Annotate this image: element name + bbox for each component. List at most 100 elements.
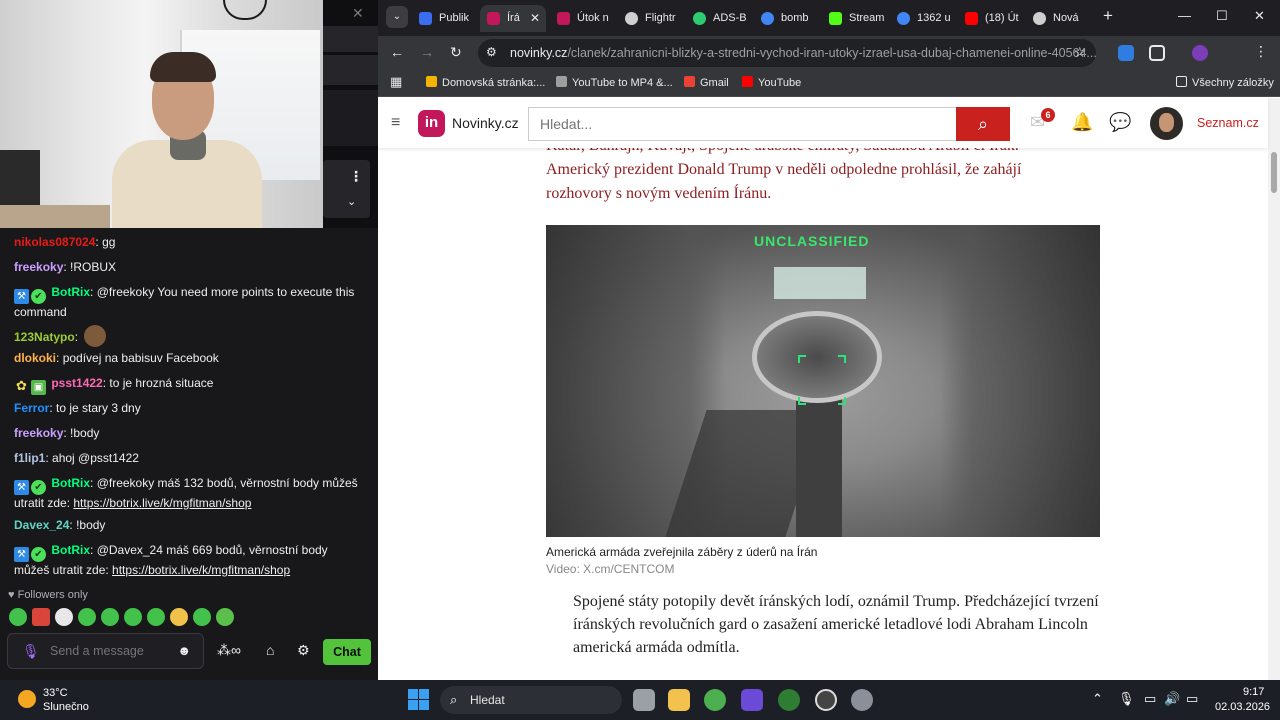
steam-icon[interactable] xyxy=(815,689,837,711)
settings-icon[interactable]: ⚙ xyxy=(297,642,310,659)
site-name[interactable]: Novinky.cz xyxy=(452,115,519,131)
tab-bomb[interactable]: bomb xyxy=(754,5,820,32)
microphone-icon[interactable]: 🎙 xyxy=(1118,691,1135,707)
tab-search-button[interactable]: ⌄ xyxy=(386,6,408,28)
weather-temperature[interactable]: 33°C xyxy=(43,687,68,699)
windows-start-icon[interactable] xyxy=(408,689,429,710)
emoji-icon[interactable]: ☻ xyxy=(177,643,191,658)
store-icon[interactable]: ⌂ xyxy=(266,642,274,658)
chat-username[interactable]: Davex_24 xyxy=(14,518,69,532)
app-icon[interactable] xyxy=(741,689,763,711)
tab-novinky-active[interactable]: Írá ✕ xyxy=(480,5,546,32)
shop-link[interactable]: https://botrix.live/k/mgfitman/shop xyxy=(112,563,290,577)
scrollbar-thumb[interactable] xyxy=(1271,152,1277,193)
chat-username[interactable]: psst1422 xyxy=(51,376,102,390)
address-bar[interactable]: ⚙ novinky.cz/clanek/zahranicni-blizky-a-… xyxy=(478,39,1097,67)
more-options-icon[interactable]: ⋮ xyxy=(349,168,363,185)
emote-icon[interactable] xyxy=(170,608,188,626)
chrome-icon[interactable] xyxy=(704,689,726,711)
chat-username[interactable]: BotRix xyxy=(51,543,90,557)
xbox-icon[interactable] xyxy=(778,689,800,711)
chevron-down-icon[interactable]: ⌄ xyxy=(347,195,356,208)
chat-username[interactable]: BotRix xyxy=(51,476,90,490)
chat-username[interactable]: BotRix xyxy=(51,285,90,299)
article-video[interactable]: UNCLASSIFIED xyxy=(546,225,1100,537)
clock-date[interactable]: 02.03.2026 xyxy=(1215,701,1270,713)
reload-icon[interactable]: ↻ xyxy=(450,44,462,61)
chat-send-button[interactable]: Chat xyxy=(323,639,371,665)
chat-username[interactable]: freekoky xyxy=(14,260,63,274)
shop-link[interactable]: https://botrix.live/k/mgfitman/shop xyxy=(73,496,251,510)
microphone-icon[interactable]: 🎙 xyxy=(22,643,40,660)
file-explorer-icon[interactable] xyxy=(668,689,690,711)
forward-arrow-icon[interactable]: → xyxy=(420,44,434,60)
tab-new[interactable]: Nová xyxy=(1026,5,1092,32)
emote-icon[interactable] xyxy=(78,608,96,626)
battery-icon[interactable]: ▭ xyxy=(1186,691,1198,707)
emote-icon[interactable] xyxy=(9,608,27,626)
chat-username[interactable]: freekoky xyxy=(14,426,63,440)
chat-text: podívej na babisuv Facebook xyxy=(62,351,219,365)
bookmark-yt-mp4[interactable]: YouTube to MP4 &... xyxy=(556,76,673,89)
bookmark-gmail[interactable]: Gmail xyxy=(684,76,729,89)
clock-time[interactable]: 9:17 xyxy=(1243,686,1264,698)
tab-1362[interactable]: 1362 u xyxy=(890,5,956,32)
tab-flightradar[interactable]: Flightr xyxy=(618,5,684,32)
bookmark-youtube[interactable]: YouTube xyxy=(742,76,801,89)
close-icon[interactable]: ✕ xyxy=(352,5,364,22)
chat-username[interactable]: 123Natypo xyxy=(14,330,75,344)
network-icon[interactable]: ▭ xyxy=(1144,691,1156,707)
chat-username[interactable]: nikolas087024 xyxy=(14,235,95,249)
settings-gear-icon[interactable] xyxy=(851,689,873,711)
tab-publik[interactable]: Publik xyxy=(412,5,478,32)
emote-icon[interactable] xyxy=(216,608,234,626)
volume-icon[interactable]: 🔊 xyxy=(1164,691,1180,707)
chat-input-box[interactable]: 🎙 ☻ xyxy=(7,633,204,669)
seznam-link[interactable]: Seznam.cz xyxy=(1197,116,1259,130)
novinky-logo[interactable]: in xyxy=(418,110,445,137)
emote-icon[interactable] xyxy=(101,608,119,626)
browser-menu-icon[interactable]: ⋮ xyxy=(1254,43,1268,60)
notification-bell-icon[interactable]: 🔔 xyxy=(1071,112,1093,133)
task-view-icon[interactable] xyxy=(633,689,655,711)
emote-icon[interactable] xyxy=(55,608,73,626)
chat-username[interactable]: f1lip1 xyxy=(14,451,45,465)
maximize-icon[interactable]: ☐ xyxy=(1216,8,1228,24)
chat-bubble-icon[interactable]: 💬 xyxy=(1109,112,1131,133)
chat-message-input[interactable] xyxy=(50,642,170,660)
extensions-puzzle-icon[interactable] xyxy=(1149,45,1165,61)
tab-utok[interactable]: Útok n xyxy=(550,5,616,32)
chat-username[interactable]: dlokoki xyxy=(14,351,56,365)
apps-grid-icon[interactable]: ▦ xyxy=(390,74,402,90)
chat-username[interactable]: Ferror xyxy=(14,401,49,415)
tab-favicon xyxy=(965,12,978,25)
new-tab-plus-icon[interactable]: + xyxy=(1103,6,1113,26)
hamburger-menu-icon[interactable]: ≡ xyxy=(391,114,400,132)
bookmark-home[interactable]: Domovská stránka:... xyxy=(426,76,545,89)
sun-icon[interactable] xyxy=(18,690,36,708)
points-icon[interactable]: ⁂∞ xyxy=(217,642,241,659)
tab-stream[interactable]: Stream xyxy=(822,5,888,32)
close-tab-icon[interactable]: ✕ xyxy=(530,5,540,32)
tab-youtube[interactable]: (18) Út xyxy=(958,5,1024,32)
site-info-icon[interactable]: ⚙ xyxy=(486,45,497,59)
emote-icon[interactable] xyxy=(124,608,142,626)
emote-icon[interactable] xyxy=(147,608,165,626)
all-bookmarks[interactable]: Všechny záložky xyxy=(1176,76,1274,89)
minimize-icon[interactable]: — xyxy=(1178,8,1191,23)
weather-description[interactable]: Slunečno xyxy=(43,701,89,713)
emote-icon[interactable] xyxy=(32,608,50,626)
emote-icon[interactable] xyxy=(193,608,211,626)
back-arrow-icon[interactable]: ← xyxy=(390,44,404,60)
tab-adsb[interactable]: ADS-B xyxy=(686,5,752,32)
window-close-icon[interactable]: ✕ xyxy=(1254,8,1265,24)
bookmark-star-icon[interactable]: ☆ xyxy=(1073,44,1086,61)
taskbar-search[interactable]: ⌕ Hledat xyxy=(440,686,622,714)
chevron-up-icon[interactable]: ⌃ xyxy=(1092,691,1103,707)
profile-icon[interactable] xyxy=(1192,45,1208,61)
extension-icon[interactable] xyxy=(1118,45,1134,61)
user-avatar[interactable] xyxy=(1150,107,1183,140)
site-search-input[interactable] xyxy=(528,107,957,141)
bookmark-favicon xyxy=(684,76,695,87)
site-search-button[interactable]: ⌕ xyxy=(956,107,1010,141)
